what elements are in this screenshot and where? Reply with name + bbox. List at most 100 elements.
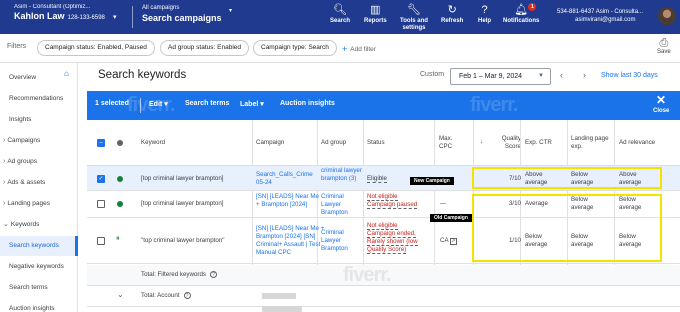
keyword-text[interactable]: [top criminal lawyer brampton] (141, 200, 224, 208)
watermark: fiverr. (470, 94, 518, 116)
side-navigation: Overview ⌂ Recommendations Insights › Cam… (0, 63, 78, 312)
paused-status-icon: ⏸ (116, 235, 120, 242)
column-header-ad-group[interactable]: Ad group (321, 139, 346, 147)
home-icon: ⌂ (64, 69, 69, 78)
column-header-campaign[interactable]: Campaign (256, 139, 284, 147)
dropdown-arrow-icon: ▾ (260, 101, 264, 108)
status-text[interactable]: Not eligible Campaign ended, Rarely show… (367, 222, 425, 254)
sidebar-item-auction-insights[interactable]: Auction insights (0, 299, 78, 312)
column-header-status[interactable]: Status (367, 139, 385, 147)
ad-group-link[interactable]: criminal lawyer brampton (3) (321, 167, 365, 183)
refresh-icon: ↻ (447, 4, 457, 16)
breadcrumb-caret-icon[interactable]: ▾ (229, 7, 232, 14)
column-header-exp-ctr[interactable]: Exp. CTR (525, 139, 552, 147)
filter-chip-ad-group-status[interactable]: Ad group status: Enabled (160, 40, 249, 56)
auction-insights-button[interactable]: Auction insights (280, 100, 335, 107)
search-terms-button[interactable]: Search terms (185, 100, 229, 107)
search-icon: 🔍︎ (333, 4, 347, 16)
add-filter-button[interactable]: + Add filter (342, 43, 376, 54)
previous-period-icon[interactable]: ‹ (560, 70, 563, 80)
close-icon[interactable]: ✕ (656, 93, 666, 107)
account-selector[interactable]: Asim - Consultant (Optimiz... Kahlon Law… (14, 4, 105, 21)
date-range-picker[interactable]: Feb 1 – Mar 9, 2024 ▼ (450, 68, 551, 85)
action-divider (140, 98, 141, 113)
breadcrumb-parent[interactable]: All campaigns (142, 5, 222, 11)
save-button[interactable]: ⎙ Save (657, 37, 671, 55)
sidebar-item-search-keywords[interactable]: Search keywords (0, 236, 78, 256)
header-notifications-button[interactable]: 🔔︎ 1 Notifications (503, 3, 539, 24)
ad-group-link[interactable]: Criminal Lawyer Brampton (321, 193, 365, 217)
old-campaign-highlight (472, 194, 662, 262)
total-filtered-label: Total: Filtered keywords? (141, 271, 217, 278)
top-header: Asim - Consultant (Optimiz... Kahlon Law… (0, 0, 680, 34)
chevron-down-icon: ⌄ (3, 221, 9, 228)
column-header-landing-page-exp[interactable]: Landing page exp. (571, 135, 613, 151)
sidebar-item-keywords[interactable]: ⌄ Keywords (0, 215, 78, 235)
campaign-link[interactable]: [SN] [LEADS] Near Me + Brampton [2024] (256, 193, 320, 209)
date-mode-label: Custom (420, 71, 445, 78)
next-period-icon[interactable]: › (583, 70, 586, 80)
label-menu-button[interactable]: Label ▾ (240, 100, 264, 108)
user-account-line: 534-881-6437 Asim - Consulta... (557, 9, 644, 15)
header-search-button[interactable]: 🔍︎ Search (330, 4, 350, 24)
header-tools-button[interactable]: 🔧︎ Tools and settings (398, 4, 430, 32)
table-header: – Keyword Campaign Ad group Status Max. … (87, 120, 680, 166)
status-column-icon (117, 140, 123, 146)
select-all-checkbox[interactable]: – (97, 139, 105, 147)
show-last-30-days-link[interactable]: Show last 30 days (601, 72, 658, 79)
status-text[interactable]: Eligible (367, 175, 387, 183)
column-header-keyword[interactable]: Keyword (141, 139, 165, 147)
filter-chip-campaign-status[interactable]: Campaign status: Enabled, Paused (37, 40, 155, 56)
redacted-value (262, 306, 302, 312)
new-campaign-highlight (472, 167, 662, 189)
header-refresh-button[interactable]: ↻ Refresh (441, 4, 463, 24)
total-account-label: Total: Account? (141, 292, 191, 299)
max-cpc[interactable]: CA ⬀ (440, 237, 457, 245)
row-checkbox[interactable] (97, 237, 105, 245)
keyword-text[interactable]: "top criminal lawyer brampton" (141, 237, 225, 245)
plus-icon: + (342, 44, 348, 54)
column-header-ad-relevance[interactable]: Ad relevance (619, 139, 655, 147)
sidebar-item-search-terms[interactable]: Search terms (0, 278, 78, 298)
column-header-quality-score[interactable]: Quality Score (493, 135, 521, 151)
chart-icon[interactable]: ⬀ (450, 238, 457, 245)
user-email: asimvirani@gmail.com (575, 17, 636, 23)
filter-chip-campaign-type[interactable]: Campaign type: Search (253, 40, 337, 56)
breadcrumb-current[interactable]: Search campaigns (142, 13, 222, 23)
sidebar-item-recommendations[interactable]: Recommendations (0, 89, 78, 109)
account-caret-icon[interactable]: ▾ (113, 13, 117, 21)
total-account-row: ⌄ Total: Account? (87, 286, 680, 307)
help-icon[interactable]: ? (183, 292, 191, 299)
column-header-max-cpc[interactable]: Max. CPC (439, 135, 457, 151)
sidebar-item-negative-keywords[interactable]: Negative keywords (0, 257, 78, 277)
breadcrumb[interactable]: All campaigns Search campaigns (142, 5, 222, 23)
wrench-icon: 🔧︎ (407, 4, 421, 16)
account-number: 128-133-6598 (67, 15, 105, 21)
selected-count: 1 selected (95, 100, 129, 107)
keyword-text[interactable]: [top criminal lawyer brampton] (141, 175, 224, 183)
sidebar-item-insights[interactable]: Insights (0, 110, 78, 130)
sort-arrow-icon[interactable]: ↓ (480, 138, 483, 146)
dropdown-arrow-icon: ▾ (164, 101, 168, 108)
max-cpc[interactable]: — (440, 200, 446, 208)
header-help-button[interactable]: ? Help (478, 4, 491, 24)
sidebar-item-campaigns[interactable]: › Campaigns (0, 131, 78, 151)
row-checkbox[interactable]: ✓ (97, 175, 105, 183)
help-icon[interactable]: ? (210, 271, 217, 278)
row-checkbox[interactable] (97, 200, 105, 208)
account-manager-name: Asim - Consultant (Optimiz... (14, 4, 91, 10)
avatar[interactable] (658, 7, 676, 25)
sidebar-item-landing-pages[interactable]: › Landing pages (0, 194, 78, 214)
status-text[interactable]: Not eligible Campaign paused (367, 193, 425, 209)
chevron-down-icon[interactable]: ⌄ (117, 290, 124, 299)
reports-icon: ▥ (370, 4, 381, 16)
close-button[interactable]: Close (653, 108, 669, 114)
header-reports-button[interactable]: ▥ Reports (364, 4, 387, 24)
page-title: Search keywords (98, 69, 187, 81)
campaign-link[interactable]: Search_Calls_Crime 05-24 (256, 171, 316, 187)
sidebar-item-ad-groups[interactable]: › Ad groups (0, 152, 78, 172)
ad-group-link[interactable]: Criminal Lawyer Brampton (321, 229, 365, 253)
sidebar-item-ads-assets[interactable]: › Ads & assets (0, 173, 78, 193)
edit-menu-button[interactable]: Edit ▾ (149, 100, 168, 108)
user-info[interactable]: 534-881-6437 Asim - Consulta... asimvira… (557, 8, 643, 24)
